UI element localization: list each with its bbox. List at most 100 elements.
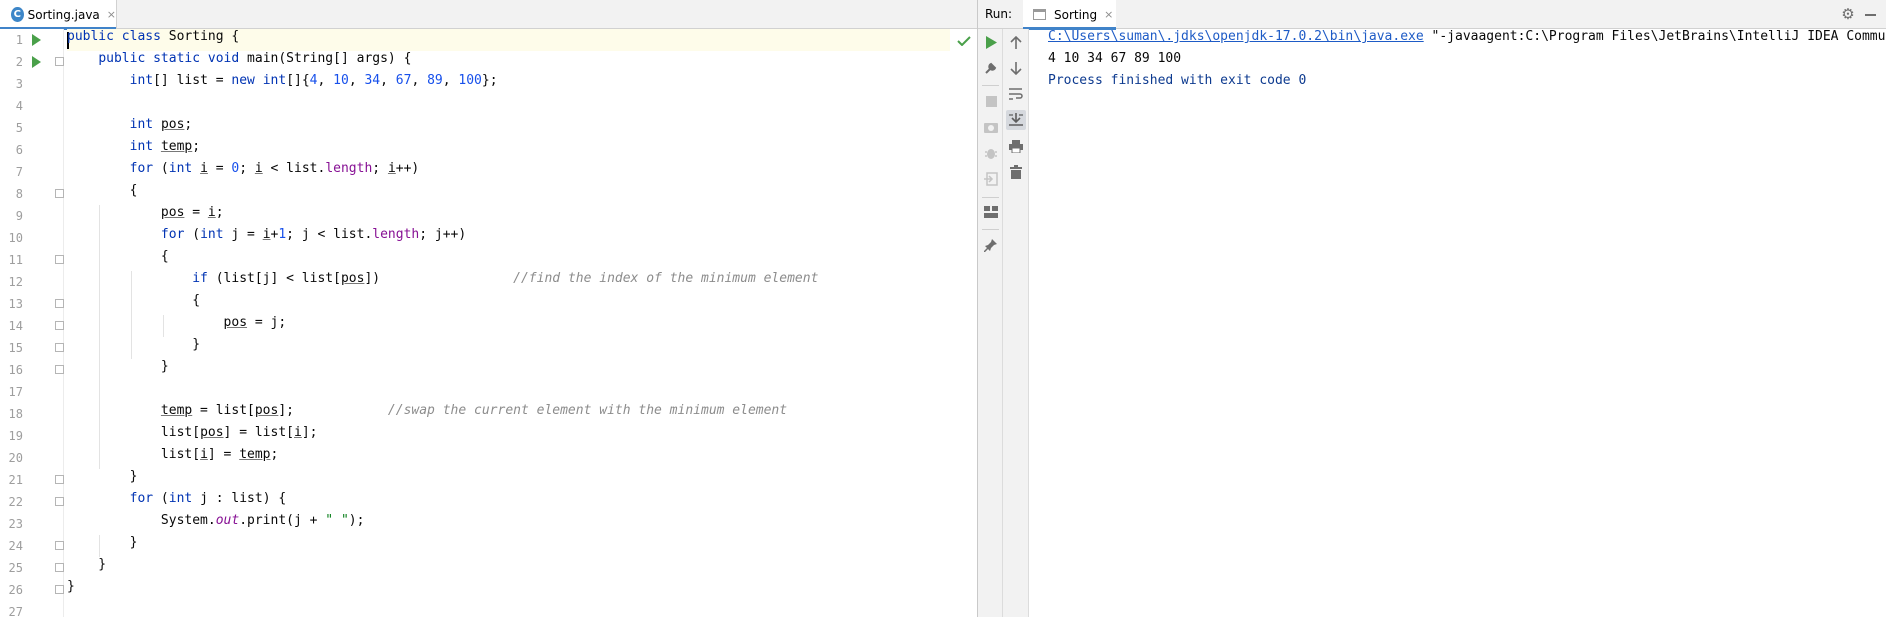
line-number: 26: [8, 583, 23, 597]
console-exit-message: Process finished with exit code 0: [1048, 73, 1307, 88]
rerun-icon[interactable]: [981, 32, 1001, 52]
code-token: (list[j] < list[: [207, 271, 341, 286]
console-command-args: "-javaagent:C:\Program Files\JetBrains\I…: [1431, 29, 1886, 44]
close-tab-icon[interactable]: ×: [107, 8, 116, 21]
close-run-tab-icon[interactable]: ×: [1104, 8, 1113, 21]
gear-icon[interactable]: ⚙: [1840, 6, 1856, 22]
code-token: }: [67, 337, 201, 352]
scroll-to-end-icon[interactable]: [1006, 110, 1026, 130]
code-token: " ": [325, 513, 349, 528]
fold-marker-icon[interactable]: [55, 255, 64, 264]
code-token: =: [207, 161, 232, 176]
code-token: i: [200, 161, 208, 176]
code-editor[interactable]: C Sorting.java × 1 2 3 4 5 6 7 8 9 10 11…: [0, 0, 977, 617]
code-token: ,: [380, 73, 396, 88]
fold-marker-icon[interactable]: [55, 541, 64, 550]
code-token: list[: [67, 425, 201, 440]
toolbar-separator: [982, 85, 999, 86]
fold-marker-icon[interactable]: [55, 57, 64, 66]
code-token: int: [129, 117, 154, 132]
minimize-icon[interactable]: [1865, 14, 1876, 16]
code-token: 1: [278, 227, 287, 242]
code-token: 67: [395, 73, 412, 88]
run-panel-header: Run: Sorting × ⚙: [978, 0, 1886, 30]
line-number: 16: [8, 363, 23, 377]
editor-tab-label: Sorting.java: [27, 7, 100, 22]
toolbar-separator: [982, 197, 999, 198]
code-token: for: [129, 491, 154, 506]
fold-marker-icon[interactable]: [55, 321, 64, 330]
code-token: 34: [364, 73, 381, 88]
code-token: int: [129, 139, 154, 154]
editor-gutter[interactable]: 1 2 3 4 5 6 7 8 9 10 11 12 13 14 15 16 1…: [0, 29, 64, 617]
line-number: 10: [8, 231, 23, 245]
code-line-21: }: [67, 469, 138, 491]
java-class-icon: C: [11, 7, 24, 22]
code-token: {: [67, 293, 201, 308]
code-token: temp: [160, 139, 193, 154]
java-executable-link[interactable]: C:\Users\suman\.jdks\openjdk-17.0.2\bin\…: [1048, 29, 1424, 44]
arrow-down-icon[interactable]: [1006, 58, 1026, 78]
toolbar-separator: [982, 229, 999, 230]
line-number: 5: [15, 121, 23, 135]
code-token: 4: [309, 73, 318, 88]
code-token: System.: [67, 513, 216, 528]
line-number: 20: [8, 451, 23, 465]
console-output[interactable]: C:\Users\suman\.jdks\openjdk-17.0.2\bin\…: [1048, 29, 1886, 617]
line-number: 3: [15, 77, 23, 91]
stop-icon[interactable]: [981, 91, 1001, 111]
code-token: ++): [395, 161, 420, 176]
pin-icon[interactable]: [981, 235, 1001, 255]
code-line-3: int[] list = new int[]{4, 10, 34, 67, 89…: [67, 73, 498, 95]
exit-icon[interactable]: [981, 169, 1001, 189]
fold-marker-icon[interactable]: [55, 585, 64, 594]
fold-marker-icon[interactable]: [55, 563, 64, 572]
run-tab-sorting[interactable]: Sorting ×: [1023, 0, 1116, 30]
code-token: {: [67, 183, 138, 198]
console-icon: [1033, 9, 1046, 20]
fold-marker-icon[interactable]: [55, 343, 64, 352]
code-line-2: public static void main(String[] args) {: [67, 51, 411, 73]
code-line-19: list[pos] = list[i];: [67, 425, 318, 447]
code-token: 89: [427, 73, 443, 88]
code-token: ;: [270, 447, 279, 462]
edit-configuration-icon[interactable]: [981, 58, 1001, 78]
print-icon[interactable]: [1006, 136, 1026, 156]
code-line-1: public class Sorting {: [67, 29, 239, 51]
code-token: }: [67, 359, 169, 374]
console-command-line: C:\Users\suman\.jdks\openjdk-17.0.2\bin\…: [1048, 29, 1886, 51]
fold-marker-icon[interactable]: [55, 475, 64, 484]
code-area[interactable]: public class Sorting { public static voi…: [67, 29, 950, 617]
fold-marker-icon[interactable]: [55, 497, 64, 506]
code-token: i: [294, 425, 302, 440]
line-number: 15: [8, 341, 23, 355]
code-token: if: [192, 271, 208, 286]
code-line-20: list[i] = temp;: [67, 447, 278, 469]
layout-icon[interactable]: [981, 202, 1001, 222]
arrow-up-icon[interactable]: [1006, 32, 1026, 52]
code-line-18: temp = list[pos]; //swap the current ele…: [67, 403, 787, 425]
code-line-10: for (int j = i+1; j < list.length; j++): [67, 227, 466, 249]
fold-marker-icon[interactable]: [55, 299, 64, 308]
trash-icon[interactable]: [1006, 162, 1026, 182]
code-token: pos: [223, 315, 248, 330]
fold-marker-icon[interactable]: [55, 189, 64, 198]
soft-wrap-icon[interactable]: [1006, 84, 1026, 104]
editor-tab-sorting-java[interactable]: C Sorting.java ×: [0, 0, 117, 30]
code-token: pos: [160, 205, 185, 220]
check-icon: [957, 36, 971, 46]
code-token: [] list =: [153, 73, 232, 88]
code-token: }: [67, 469, 138, 484]
camera-icon[interactable]: [981, 117, 1001, 137]
run-main-icon[interactable]: [32, 56, 41, 68]
fold-marker-icon[interactable]: [55, 365, 64, 374]
debug-bug-icon[interactable]: [981, 143, 1001, 163]
run-class-icon[interactable]: [32, 34, 41, 46]
